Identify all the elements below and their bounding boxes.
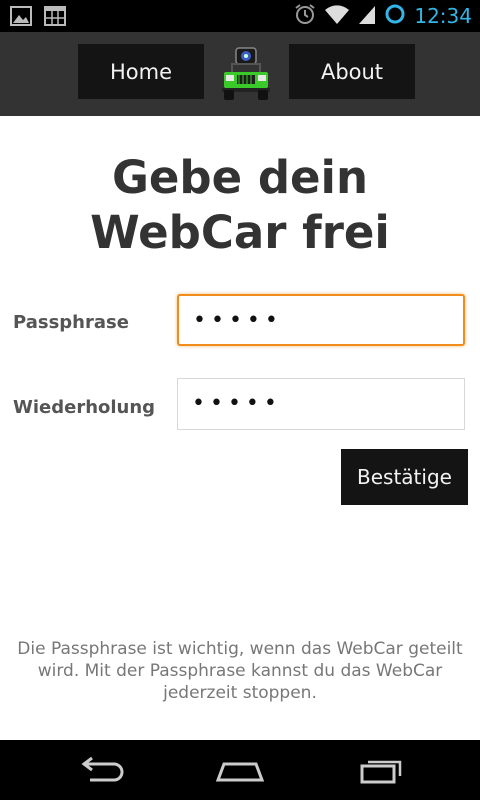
calendar-grid-icon: [44, 6, 66, 31]
status-bar: 12:34: [0, 0, 480, 32]
home-icon[interactable]: [215, 754, 265, 791]
repeat-passphrase-label: Wiederholung: [13, 397, 156, 418]
home-button[interactable]: Home: [78, 44, 204, 99]
repeat-passphrase-input[interactable]: •••••: [177, 378, 465, 430]
about-button[interactable]: About: [289, 44, 415, 99]
signal-icon: [358, 3, 376, 30]
page-title-line-1: Gebe dein: [111, 151, 369, 204]
confirm-button[interactable]: Bestätige: [341, 449, 468, 505]
back-icon[interactable]: [78, 754, 124, 791]
alarm-icon: [294, 3, 316, 30]
gallery-icon: [10, 6, 32, 31]
info-text-line-2: wird. Mit der Passphrase kannst du das W…: [37, 661, 443, 681]
status-time: 12:34: [414, 4, 472, 28]
battery-ring-icon: [384, 3, 406, 30]
recent-apps-icon[interactable]: [358, 754, 404, 791]
jeep-webcar-logo-icon: [220, 46, 272, 100]
page-title: Gebe dein WebCar frei: [0, 150, 480, 260]
top-nav: Home About: [0, 32, 480, 116]
info-text-line-3: jederzeit stoppen.: [163, 683, 317, 703]
wifi-icon: [324, 3, 350, 30]
page-title-line-2: WebCar frei: [90, 206, 390, 259]
passphrase-input[interactable]: •••••: [177, 294, 465, 346]
system-nav-bar: [0, 740, 480, 800]
passphrase-label: Passphrase: [13, 312, 129, 333]
info-text: Die Passphrase ist wichtig, wenn das Web…: [0, 638, 480, 704]
info-text-line-1: Die Passphrase ist wichtig, wenn das Web…: [17, 639, 463, 659]
